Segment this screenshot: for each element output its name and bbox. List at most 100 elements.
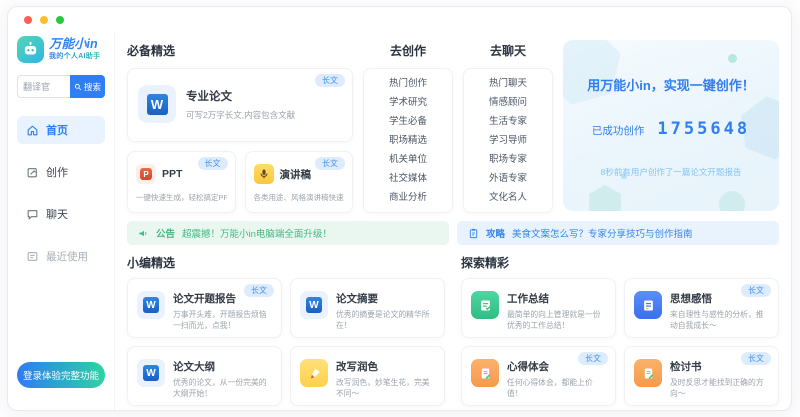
card-reflections[interactable]: 长文 [624, 278, 779, 338]
create-item-workplace[interactable]: 职场精选 [364, 136, 452, 146]
sidebar-item-chat[interactable]: 聊天 [17, 200, 105, 228]
ppt-icon: P [136, 164, 156, 184]
sidebar-item-label: 创作 [46, 164, 68, 180]
clipboard-icon [468, 228, 479, 239]
card-desc: 万事开头难，开题报告烦恼一扫而光，点我！ [173, 310, 272, 332]
sidebar-item-home[interactable]: 首页 [17, 116, 105, 144]
card-desc: 及时反思才能找到正确的方向～ [670, 378, 769, 400]
card-desc: 来自理性与感性的分析，推动自我成长～ [670, 310, 769, 332]
close-window-button[interactable] [24, 16, 32, 24]
home-icon [26, 124, 39, 137]
login-button[interactable]: 登录体验完整功能 [17, 362, 105, 388]
sidebar-menu: 首页 创作 聊天 [17, 116, 105, 270]
card-rewrite-polish[interactable]: 改写润色 改写润色，妙笔生花，完美不同～ [290, 346, 445, 406]
announcement-banner[interactable]: 公告 超震撼！万能小in电脑端全面升级！ [127, 221, 449, 245]
guide-banner[interactable]: 攻略 美食文案怎么写？专家分享技巧与创作指南 [457, 221, 779, 245]
sidebar-item-create[interactable]: 创作 [17, 158, 105, 186]
app-title: 万能小in [49, 38, 100, 52]
edit-icon [26, 166, 39, 179]
longform-badge: 长文 [315, 157, 345, 170]
promo-counter-value: 1755648 [657, 119, 750, 139]
promo-banner: 用万能小in，实现一键创作！ 已成功创作 1755648 8秒前有用户创作了一篇… [563, 40, 779, 211]
search-input[interactable] [17, 75, 70, 98]
card-desc: 改写润色，妙笔生花，完美不同～ [336, 378, 435, 400]
card-work-summary[interactable]: 工作总结 最简单的向上管理就是一份优秀的工作总结！ [461, 278, 616, 338]
editor-picks-title: 小编精选 [127, 254, 445, 271]
chat-item-life[interactable]: 生活专家 [464, 117, 552, 127]
create-item-government[interactable]: 机关单位 [364, 155, 452, 165]
chat-item-study[interactable]: 学习导师 [464, 136, 552, 146]
hexagon-decoration [589, 185, 621, 211]
card-ppt[interactable]: 长文 P PPT 一键快速生成，轻松搞定PPT [127, 151, 236, 213]
create-item-business[interactable]: 商业分析 [364, 193, 452, 203]
chat-item-culture[interactable]: 文化名人 [464, 193, 552, 203]
longform-badge: 长文 [741, 284, 771, 297]
recent-icon [26, 250, 39, 263]
search-button-label: 搜索 [84, 81, 101, 93]
card-experience-insights[interactable]: 长文 [461, 346, 616, 406]
create-title: 去创作 [363, 42, 453, 59]
create-item-student[interactable]: 学生必备 [364, 117, 452, 127]
app-logo: 万能小in 我的个人AI助手 [17, 36, 105, 63]
card-thesis-outline[interactable]: W 论文大纲 优秀的论文，从一份完美的大纲开始！ [127, 346, 282, 406]
create-item-social[interactable]: 社交媒体 [364, 174, 452, 184]
notice-tag: 公告 [156, 226, 175, 240]
promo-title: 用万能小in，实现一键创作！ [563, 75, 779, 94]
footer: 关于我们 沪ICP备20022513号-6 沪公网安备: 31011502019… [127, 406, 779, 411]
create-item-hot[interactable]: 热门创作 [364, 79, 452, 89]
longform-badge: 长文 [741, 352, 771, 365]
promo-ticker: 8秒前有用户创作了一篇论文开题报告 [563, 166, 779, 178]
minimize-window-button[interactable] [40, 16, 48, 24]
longform-badge: 长文 [198, 157, 228, 170]
card-thesis-proposal[interactable]: 长文 W 论文开题报告 万事开头难，开题报告烦恼一扫而光，点我！ [127, 278, 282, 338]
robot-logo-icon [17, 36, 44, 63]
card-desc: 各类用途、风格演讲稿快速生成！ [254, 192, 345, 203]
card-desc: 优秀的摘要是论文的精华所在！ [336, 310, 435, 332]
longform-badge: 长文 [315, 74, 345, 87]
bubble-decoration [728, 54, 737, 63]
card-self-review[interactable]: 长文 [624, 346, 779, 406]
word-doc-icon: W [137, 291, 165, 319]
search-button[interactable]: 搜索 [70, 75, 105, 98]
sidebar-search: 搜索 [17, 75, 105, 98]
essentials-section: 必备精选 长文 W 专业论文 可写2万字长文,内容包含文献 [127, 37, 353, 213]
longform-badge: 长文 [578, 352, 608, 365]
card-thesis-abstract[interactable]: W 论文摘要 优秀的摘要是论文的精华所在！ [290, 278, 445, 338]
card-desc: 任何心得体会，都能上价值！ [507, 378, 606, 400]
promo-counter-label: 已成功创作 [592, 123, 645, 138]
card-title: 专业论文 [186, 88, 295, 104]
app-subtitle: 我的个人AI助手 [49, 51, 100, 61]
search-icon [74, 83, 82, 91]
chat-item-hot[interactable]: 热门聊天 [464, 79, 552, 89]
bubble-decoration [719, 191, 745, 211]
sidebar-item-label: 聊天 [46, 206, 68, 222]
card-title: 论文大纲 [173, 359, 272, 374]
longform-badge: 长文 [244, 284, 274, 297]
card-speech[interactable]: 长文 演讲稿 [245, 151, 354, 213]
notice-text: 美食文案怎么写？专家分享技巧与创作指南 [512, 226, 693, 240]
megaphone-icon [138, 228, 149, 239]
explore-section: 探索精彩 [461, 247, 779, 406]
maximize-window-button[interactable] [56, 16, 64, 24]
notice-tag: 攻略 [486, 226, 505, 240]
sidebar-item-label: 首页 [46, 122, 68, 138]
chat-item-emotion[interactable]: 情感顾问 [464, 98, 552, 108]
create-item-academic[interactable]: 学术研究 [364, 98, 452, 108]
sidebar-item-recent[interactable]: 最近使用 [17, 242, 105, 270]
chat-item-language[interactable]: 外语专家 [464, 174, 552, 184]
card-title: 演讲稿 [280, 167, 312, 182]
notebook-icon [634, 291, 662, 319]
card-title: PPT [162, 168, 182, 180]
card-desc: 一键快速生成，轻松搞定PPT [136, 192, 227, 203]
notice-text: 超震撼！万能小in电脑端全面升级！ [182, 226, 332, 240]
chat-title: 去聊天 [463, 42, 553, 59]
card-desc: 可写2万字长文,内容包含文献 [186, 109, 295, 121]
app-window: 万能小in 我的个人AI助手 搜索 [7, 6, 792, 411]
explore-title: 探索精彩 [461, 254, 779, 271]
card-professional-paper[interactable]: 长文 W 专业论文 可写2万字长文,内容包含文献 [127, 68, 353, 142]
chat-item-career[interactable]: 职场专家 [464, 155, 552, 165]
scroll-icon [634, 359, 662, 387]
card-title: 论文摘要 [336, 291, 435, 306]
chat-icon [26, 208, 39, 221]
word-doc-icon: W [300, 291, 328, 319]
